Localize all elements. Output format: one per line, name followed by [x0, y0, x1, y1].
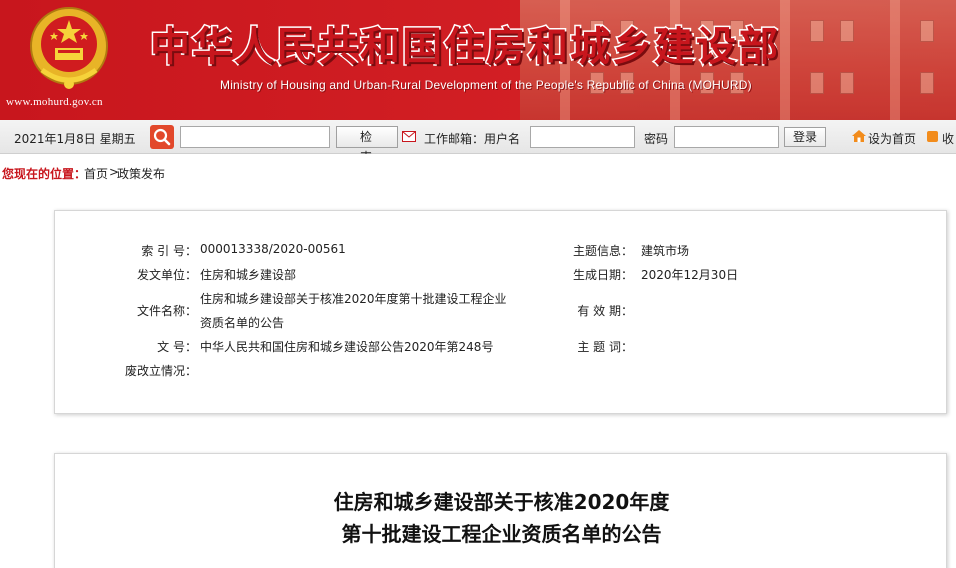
subject-key: 主 题 词：: [577, 340, 633, 354]
site-url: www.mohurd.gov.cn: [6, 96, 103, 108]
docname-key: 文件名称：: [136, 304, 197, 318]
document-info-panel: 索 引 号： 000013338/2020-00561 主题信息： 建筑市场 发…: [54, 210, 947, 414]
theme-key: 主题信息：: [572, 244, 633, 258]
set-homepage-link[interactable]: 设为首页: [868, 130, 916, 147]
article-panel: 住房和城乡建设部关于核准2020年度 第十批建设工程企业资质名单的公告: [54, 453, 947, 568]
national-emblem-icon: [30, 7, 108, 89]
rss-icon: [927, 131, 938, 142]
password-input[interactable]: [674, 126, 779, 148]
date-key: 生成日期：: [572, 268, 633, 282]
validity-key: 有 效 期：: [577, 304, 633, 318]
status-key: 废改立情况：: [124, 364, 197, 378]
index-value: 000013338/2020-00561: [200, 242, 346, 256]
docname-value-line1: 住房和城乡建设部关于核准2020年度第十批建设工程企业: [200, 292, 507, 306]
issuer-value: 住房和城乡建设部: [200, 268, 297, 282]
mail-icon: [402, 131, 416, 142]
ministry-title: 中华人民共和国住房和城乡建设部: [149, 23, 780, 72]
username-input[interactable]: [530, 126, 635, 148]
docno-value: 中华人民共和国住房和城乡建设部公告2020年第248号: [200, 340, 494, 354]
issuer-key: 发文单位：: [136, 268, 197, 282]
ministry-subtitle: Ministry of Housing and Urban-Rural Deve…: [220, 78, 752, 92]
index-key: 索 引 号：: [141, 244, 197, 258]
search-input[interactable]: [180, 126, 330, 148]
docno-key: 文 号：: [157, 340, 197, 354]
article-title-line2: 第十批建设工程企业资质名单的公告: [341, 522, 662, 546]
current-date: 2021年1月8日 星期五: [14, 132, 136, 146]
home-icon: [852, 130, 866, 142]
favorite-link[interactable]: 收: [942, 130, 954, 147]
login-button[interactable]: 登录: [784, 127, 826, 147]
mail-username-label: 工作邮箱：用户名: [424, 132, 521, 146]
docname-value-line2: 资质名单的公告: [200, 316, 285, 330]
theme-value: 建筑市场: [641, 244, 690, 258]
password-label: 密码: [644, 132, 669, 146]
breadcrumb-current-link[interactable]: 政策发布: [117, 165, 165, 182]
breadcrumb-home-link[interactable]: 首页: [84, 165, 108, 182]
breadcrumb: 您现在的位置： 首页 > 政策发布: [0, 154, 956, 184]
search-icon[interactable]: [150, 125, 174, 149]
breadcrumb-label: 您现在的位置：: [2, 167, 87, 181]
site-banner: www.mohurd.gov.cn 中华人民共和国住房和城乡建设部 Minist…: [0, 0, 956, 120]
top-toolbar: 2021年1月8日 星期五 检 索 工作邮箱：用户名 密码 登录 设为首页 收: [0, 120, 956, 164]
article-title-line1: 住房和城乡建设部关于核准2020年度: [333, 490, 670, 514]
date-value: 2020年12月30日: [641, 268, 739, 282]
search-button[interactable]: 检 索: [336, 126, 398, 164]
